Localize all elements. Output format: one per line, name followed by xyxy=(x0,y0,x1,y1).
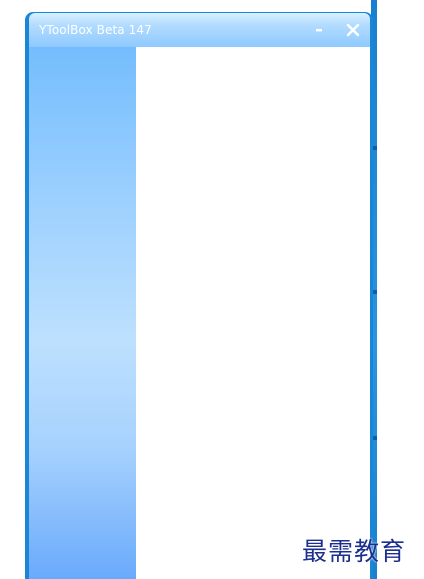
title-bar[interactable]: YToolBox Beta 147 xyxy=(29,13,370,47)
content-area xyxy=(136,47,370,579)
window-body xyxy=(29,47,370,579)
window-title: YToolBox Beta 147 xyxy=(39,23,152,37)
screen: YToolBox Beta 147 最需教育 xyxy=(0,0,424,579)
minimize-icon xyxy=(316,29,322,32)
sidebar-panel xyxy=(29,47,136,579)
close-icon xyxy=(346,23,360,37)
close-button[interactable] xyxy=(343,20,363,40)
minimize-button[interactable] xyxy=(309,20,329,40)
app-window: YToolBox Beta 147 xyxy=(25,12,373,579)
watermark-text: 最需教育 xyxy=(302,537,407,566)
